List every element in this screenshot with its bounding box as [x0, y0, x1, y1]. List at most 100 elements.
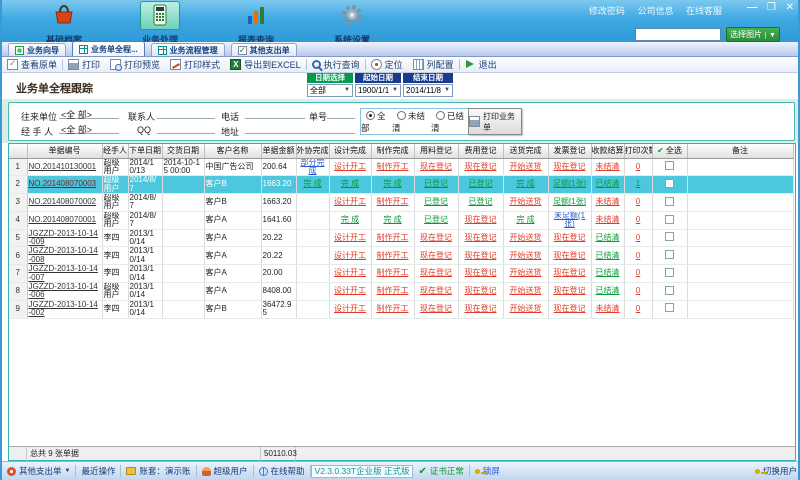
ribbon-item-reports[interactable]: 报表查询	[208, 1, 304, 41]
tab-business-wizard[interactable]: 业务向导	[8, 43, 66, 56]
status-link[interactable]: 现在登记	[465, 251, 497, 260]
status-link[interactable]: 制作开工	[377, 233, 409, 242]
statusbar-recent-actions[interactable]: 最近操作	[76, 465, 120, 477]
status-link[interactable]: 制作开工	[377, 197, 409, 206]
status-link[interactable]: 制作开工	[377, 268, 409, 277]
export-excel-button[interactable]: 导出到EXCEL	[225, 58, 306, 71]
status-link[interactable]: 已结清	[596, 286, 620, 295]
status-link[interactable]: 完 成	[516, 179, 534, 188]
order-number-link[interactable]: NO.201410130001	[29, 162, 97, 171]
status-link[interactable]: 足额[1张]	[553, 197, 586, 206]
phone-field[interactable]	[245, 108, 305, 119]
print-count-link[interactable]: 0	[636, 304, 640, 313]
status-link[interactable]: 现在登记	[420, 251, 452, 260]
status-link[interactable]: 制作开工	[377, 304, 409, 313]
column-header[interactable]: ✔全选	[652, 144, 687, 158]
status-link[interactable]: 已登记	[469, 179, 493, 188]
status-link[interactable]: 开始送货	[510, 304, 542, 313]
order-number-link[interactable]: JGZZD-2013-10-14-007	[29, 265, 98, 282]
column-header[interactable]: 费用登记	[458, 144, 503, 158]
online-service-link[interactable]: 在线客服	[686, 6, 722, 16]
minimize-button[interactable]: —	[747, 2, 757, 13]
tab-other-expense[interactable]: 其他支出单	[231, 43, 297, 56]
print-style-button[interactable]: 打印样式	[165, 58, 225, 71]
column-header[interactable]: 下单日期	[128, 144, 162, 158]
status-link[interactable]: 现在登记	[420, 162, 452, 171]
column-header[interactable]: 设计完成	[329, 144, 371, 158]
column-header[interactable]: 外协完成	[296, 144, 329, 158]
status-link[interactable]: 开始送货	[510, 197, 542, 206]
row-select-checkbox[interactable]	[665, 268, 674, 277]
status-link[interactable]: 设计开工	[334, 197, 366, 206]
status-link[interactable]: 设计开工	[334, 286, 366, 295]
status-link[interactable]: 开始送货	[510, 251, 542, 260]
status-link[interactable]: 已登记	[424, 179, 448, 188]
status-link[interactable]: 现在登记	[465, 233, 497, 242]
order-number-link[interactable]: JGZZD-2013-10-14-009	[29, 229, 98, 246]
status-link[interactable]: 已登记	[424, 197, 448, 206]
column-header[interactable]: 发票登记	[548, 144, 591, 158]
status-link[interactable]: 现在登记	[554, 251, 586, 260]
status-link[interactable]: 现在登记	[554, 304, 586, 313]
status-link[interactable]: 开始送货	[510, 162, 542, 171]
tab-order-tracking[interactable]: 业务单全程...	[72, 41, 145, 56]
row-select-checkbox[interactable]	[665, 197, 674, 206]
status-link[interactable]: 已登记	[469, 197, 493, 206]
status-link[interactable]: 现在登记	[420, 286, 452, 295]
status-link[interactable]: 开始送货	[510, 233, 542, 242]
start-date-dropdown[interactable]: 1900/1/1▼	[355, 84, 401, 97]
status-link[interactable]: 未结清	[596, 215, 620, 224]
status-link[interactable]: 完 成	[341, 179, 359, 188]
table-row[interactable]: 9JGZZD-2013-10-14-002李四2013/10/14客户B3647…	[9, 300, 793, 318]
status-link[interactable]: 现在登记	[420, 268, 452, 277]
status-link[interactable]: 开始送货	[510, 286, 542, 295]
status-link[interactable]: 完 成	[383, 215, 401, 224]
column-header[interactable]: 用料登记	[414, 144, 458, 158]
table-row[interactable]: 4NO.201408070001超级用户2014/8/7客户A1641.60完 …	[9, 211, 793, 229]
status-link[interactable]: 设计开工	[334, 233, 366, 242]
status-link[interactable]: 制作开工	[377, 251, 409, 260]
statusbar-account-book[interactable]: 账套：演示账	[121, 465, 195, 477]
statusbar-switch-user[interactable]: 切换用户	[750, 465, 800, 477]
status-link[interactable]: 现在登记	[420, 233, 452, 242]
status-link[interactable]: 现在登记	[420, 304, 452, 313]
table-row[interactable]: 7JGZZD-2013-10-14-007李四2013/10/14客户A20.0…	[9, 265, 793, 283]
status-link[interactable]: 未结清	[596, 162, 620, 171]
order-number-link[interactable]: NO.201408070002	[29, 197, 97, 206]
status-link[interactable]: 已结清	[596, 251, 620, 260]
statusbar-current-user[interactable]: 超级用户	[197, 465, 253, 477]
column-header[interactable]: 单据编号	[27, 144, 102, 158]
table-row[interactable]: 2NO.201408070003超级用户2014/8/7客户B1663.20完 …	[9, 176, 793, 194]
status-link[interactable]: 未足额(1张)	[554, 211, 585, 228]
radio-settled[interactable]: 已结清	[431, 110, 470, 134]
row-select-checkbox[interactable]	[665, 303, 674, 312]
print-count-link[interactable]: 0	[636, 197, 640, 206]
partner-field[interactable]: <全 部>	[59, 108, 119, 119]
status-link[interactable]: 现在登记	[554, 286, 586, 295]
close-button[interactable]: ✕	[786, 2, 794, 13]
end-date-dropdown[interactable]: 2014/11/8▼	[403, 84, 453, 97]
company-info-link[interactable]: 公司信息	[637, 6, 673, 16]
qq-field[interactable]	[157, 123, 215, 134]
status-link[interactable]: 部分完成	[301, 158, 325, 175]
column-header[interactable]: 客户名称	[204, 144, 261, 158]
column-header[interactable]: 单据金额	[261, 144, 296, 158]
column-config-button[interactable]: 列配置	[408, 58, 459, 71]
row-select-checkbox[interactable]	[665, 232, 674, 241]
table-row[interactable]: 6JGZZD-2013-10-14-008李四2013/10/14客户A20.2…	[9, 247, 793, 265]
search-input[interactable]	[635, 28, 721, 41]
column-header[interactable]: 经手人	[102, 144, 128, 158]
exit-button[interactable]: 退出	[460, 58, 502, 71]
status-link[interactable]: 制作开工	[377, 286, 409, 295]
status-link[interactable]: 现在登记	[465, 304, 497, 313]
status-link[interactable]: 已结清	[596, 179, 620, 188]
ribbon-item-settings[interactable]: 系统设置	[304, 1, 400, 41]
view-original-button[interactable]: 查看原单	[2, 58, 62, 71]
status-link[interactable]: 现在登记	[465, 162, 497, 171]
print-button[interactable]: 打印	[63, 58, 105, 71]
status-link[interactable]: 设计开工	[334, 268, 366, 277]
status-link[interactable]: 现在登记	[465, 215, 497, 224]
row-select-checkbox[interactable]	[665, 250, 674, 259]
column-header[interactable]: 备注	[687, 144, 793, 158]
print-count-link[interactable]: 0	[636, 162, 640, 171]
